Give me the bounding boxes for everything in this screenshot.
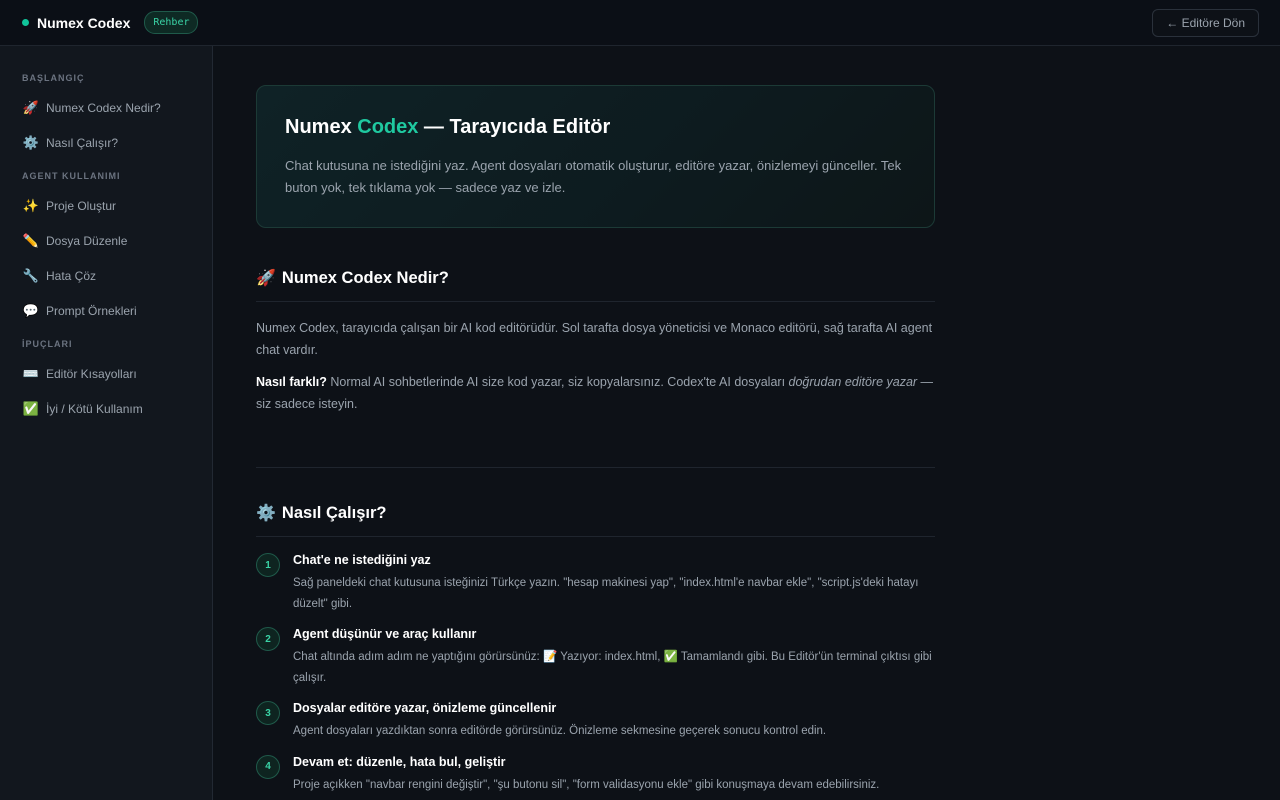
- step-item: 1 Chat'e ne istediğini yaz Sağ paneldeki…: [256, 553, 935, 614]
- sidebar-item-label: Proje Oluştur: [46, 198, 117, 213]
- back-to-editor-button[interactable]: ← Editöre Dön: [1152, 8, 1259, 37]
- step-description: Agent dosyaları yazdıktan sonra editörde…: [293, 725, 827, 737]
- sidebar-item-edit-file[interactable]: ✏️ Dosya Düzenle: [0, 230, 212, 251]
- step-number: 1: [256, 553, 280, 577]
- step-description: Chat altında adım adım ne yaptığını görü…: [293, 651, 932, 684]
- wrench-icon: 🔧: [22, 267, 40, 283]
- sidebar-section-title: İPUÇLARI: [22, 339, 73, 349]
- gear-icon: ⚙️: [22, 134, 40, 150]
- hero-text: Chat kutusuna ne istediğini yaz. Agent d…: [285, 158, 902, 195]
- step-item: 3 Dosyalar editöre yazar, önizleme günce…: [256, 701, 935, 742]
- sidebar: BAŞLANGIÇ 🚀 Numex Codex Nedir? ⚙️ Nasıl …: [0, 46, 213, 800]
- step-number: 3: [256, 701, 280, 725]
- status-dot: [22, 19, 29, 26]
- hero-card: Numex Codex — Tarayıcıda Editör Chat kut…: [256, 85, 935, 228]
- sidebar-item-create-project[interactable]: ✨ Proje Oluştur: [0, 195, 212, 216]
- pencil-icon: ✏️: [22, 232, 40, 248]
- check-mark-icon: ✅: [22, 400, 40, 416]
- hero-title-accent: Codex: [357, 116, 419, 138]
- section-how-it-works: ⚙️ Nasıl Çalışır? 1 Chat'e ne istediğini…: [256, 503, 935, 795]
- paragraph: Numex Codex, tarayıcıda çalışan bir AI k…: [256, 321, 933, 357]
- speech-bubble-icon: 💬: [22, 302, 40, 318]
- app-title: Numex Codex: [37, 14, 131, 31]
- keyboard-icon: ⌨️: [22, 365, 40, 381]
- step-number: 4: [256, 754, 280, 779]
- sidebar-item-label: Dosya Düzenle: [46, 233, 128, 248]
- steps-list: 1 Chat'e ne istediğini yaz Sağ paneldeki…: [256, 553, 935, 795]
- section-heading: ⚙️ Nasıl Çalışır?: [256, 503, 935, 537]
- paragraph: Nasıl farklı? Normal AI sohbetlerinde AI…: [256, 375, 934, 411]
- sidebar-item-label: Editör Kısayolları: [46, 366, 137, 381]
- step-item: 4 Devam et: düzenle, hata bul, geliştir …: [256, 754, 935, 796]
- section-what-is: 🚀 Numex Codex Nedir? Numex Codex, tarayı…: [256, 268, 935, 415]
- step-number: 2: [256, 627, 280, 651]
- rocket-icon: 🚀: [22, 99, 40, 115]
- sidebar-item-label: Prompt Örnekleri: [46, 303, 137, 318]
- step-title: Agent düşünür ve araç kullanır: [293, 627, 477, 641]
- gear-icon: ⚙️: [256, 505, 276, 522]
- sidebar-item-label: Nasıl Çalışır?: [46, 135, 119, 150]
- guide-badge: Rehber: [144, 11, 199, 34]
- rocket-icon: 🚀: [256, 270, 276, 287]
- sidebar-section-title: BAŞLANGIÇ: [22, 73, 85, 83]
- sidebar-item-label: İyi / Kötü Kullanım: [46, 401, 143, 416]
- sidebar-item-how-it-works[interactable]: ⚙️ Nasıl Çalışır?: [0, 132, 212, 153]
- section-divider: [256, 467, 935, 468]
- sidebar-item-good-bad-usage[interactable]: ✅ İyi / Kötü Kullanım: [0, 398, 212, 419]
- top-bar: Numex Codex Rehber ← Editöre Dön: [0, 0, 1280, 46]
- sparkles-icon: ✨: [22, 197, 40, 213]
- step-item: 2 Agent düşünür ve araç kullanır Chat al…: [256, 627, 935, 688]
- step-title: Chat'e ne istediğini yaz: [293, 553, 431, 567]
- sidebar-item-what-is[interactable]: 🚀 Numex Codex Nedir?: [0, 97, 212, 118]
- hero-title: Numex Codex — Tarayıcıda Editör: [285, 116, 611, 138]
- step-description: Sağ paneldeki chat kutusuna isteğinizi T…: [293, 577, 919, 610]
- sidebar-item-label: Numex Codex Nedir?: [46, 100, 161, 115]
- sidebar-item-label: Hata Çöz: [46, 268, 97, 283]
- section-heading: 🚀 Numex Codex Nedir?: [256, 268, 935, 302]
- sidebar-item-shortcuts[interactable]: ⌨️ Editör Kısayolları: [0, 363, 212, 384]
- main-content: Numex Codex — Tarayıcıda Editör Chat kut…: [256, 85, 935, 800]
- sidebar-section-title: AGENT KULLANIMI: [22, 171, 121, 181]
- sidebar-item-prompt-examples[interactable]: 💬 Prompt Örnekleri: [0, 300, 212, 321]
- sidebar-item-fix-bug[interactable]: 🔧 Hata Çöz: [0, 265, 212, 286]
- step-title: Dosyalar editöre yazar, önizleme güncell…: [293, 701, 557, 715]
- step-title: Devam et: düzenle, hata bul, geliştir: [293, 754, 506, 769]
- step-description: Proje açıkken "navbar rengini değiştir",…: [293, 778, 880, 791]
